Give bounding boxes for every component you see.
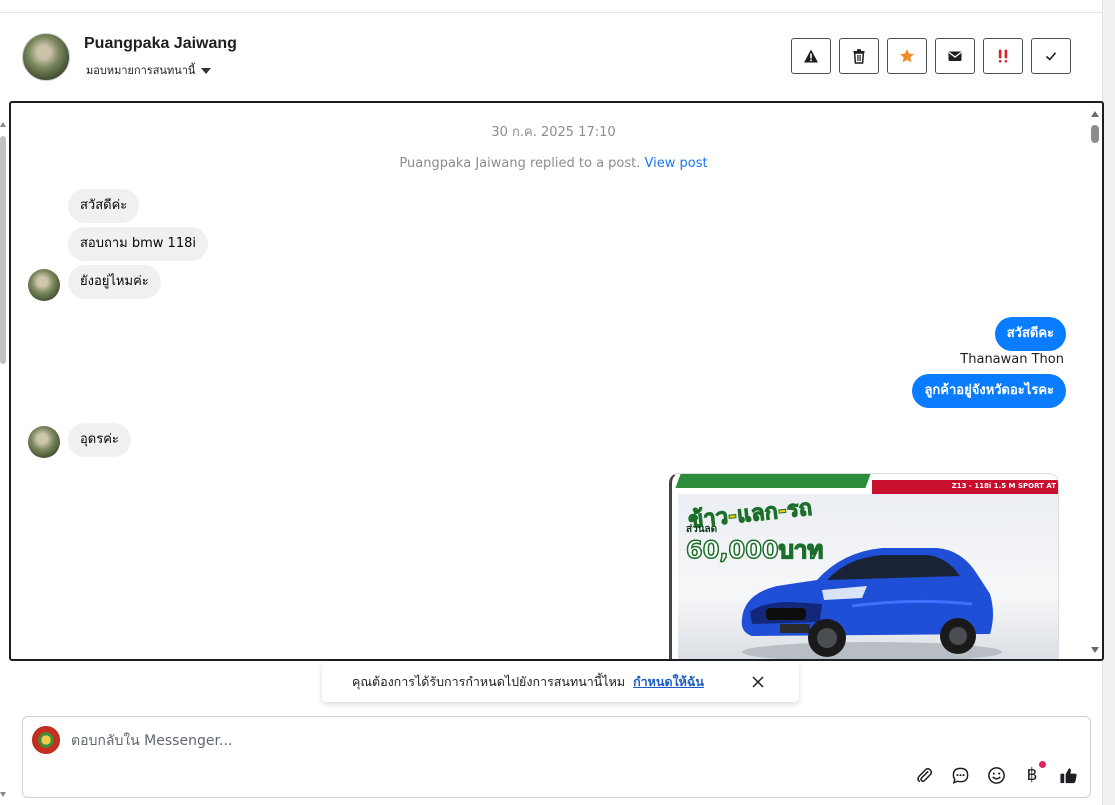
trash-icon	[853, 49, 865, 64]
car-model-banner-text: Z13 - 118i 1.5 M SPORT AT	[951, 482, 1056, 490]
envelope-icon	[948, 51, 962, 61]
conversation-timestamp: 30 ก.ค. 2025 17:10	[491, 125, 616, 140]
conversation-header: Puangpaka Jaiwang มอบหมายการสนทนานี้	[0, 13, 1102, 101]
chevron-down-icon	[201, 67, 212, 74]
thumbs-up-icon	[1059, 767, 1077, 783]
thread-scrollbar[interactable]	[1091, 107, 1099, 657]
incoming-message[interactable]: อุดรค่ะ	[68, 423, 131, 457]
conversation-actions	[791, 38, 1071, 74]
scroll-down-arrow-icon[interactable]	[1091, 647, 1099, 653]
delete-button[interactable]	[839, 38, 879, 74]
incoming-message[interactable]: ยังอยู่ไหมค่ะ	[68, 265, 161, 299]
left-scrollbar[interactable]	[0, 118, 7, 805]
star-button[interactable]	[887, 38, 927, 74]
outgoing-message[interactable]: สวัสดีคะ	[994, 317, 1066, 351]
warning-icon	[804, 49, 818, 63]
assign-to-me-link[interactable]: กำหนดให้ฉัน	[633, 672, 704, 692]
saved-replies-button[interactable]	[949, 764, 971, 786]
close-icon[interactable]	[750, 674, 766, 690]
car-image-attachment[interactable]: Z13 - 118i 1.5 M SPORT AT ข้าว-แลก-รถ ส่…	[669, 473, 1059, 659]
outgoing-message[interactable]: ลูกค้าอยู่จังหวัดอะไรคะ	[912, 374, 1066, 408]
replied-to-post-notice: Puangpaka Jaiwang replied to a post. Vie…	[11, 156, 1096, 171]
send-like-button[interactable]	[1057, 764, 1079, 786]
follow-up-button[interactable]	[983, 38, 1023, 74]
assign-conversation-dropdown[interactable]: มอบหมายการสนทนานี้	[86, 61, 212, 79]
composer-tools: ฿	[913, 761, 1079, 786]
replied-to-post-text: Puangpaka Jaiwang replied to a post.	[399, 156, 641, 171]
assign-suggestion-toast: คุณต้องการได้รับการกำหนดไปยังการสนทนานี้…	[322, 662, 799, 702]
attach-file-button[interactable]	[913, 764, 935, 786]
promo-banner-green	[675, 474, 871, 488]
reply-input[interactable]	[71, 730, 971, 752]
scroll-up-arrow-icon[interactable]	[0, 122, 6, 127]
scrollbar-thumb[interactable]	[0, 136, 6, 364]
check-icon	[1045, 52, 1057, 61]
report-button[interactable]	[791, 38, 831, 74]
star-icon	[900, 49, 914, 63]
baht-payment-icon: ฿	[1026, 765, 1038, 785]
saved-replies-icon	[952, 767, 968, 784]
incoming-message[interactable]: สวัสดีค่ะ	[68, 189, 140, 223]
reply-composer: ฿	[22, 716, 1091, 798]
message-sender-name: Thanawan Thon	[960, 352, 1064, 367]
double-exclamation-icon	[998, 49, 1008, 63]
view-post-link[interactable]: View post	[645, 156, 708, 171]
scroll-up-arrow-icon[interactable]	[1091, 111, 1099, 117]
contact-name[interactable]: Puangpaka Jaiwang	[84, 35, 237, 53]
contact-avatar[interactable]	[22, 33, 70, 81]
attachment-icon	[916, 767, 932, 782]
emoji-button[interactable]	[985, 764, 1007, 786]
payment-button[interactable]: ฿	[1021, 761, 1046, 786]
blue-car-photo	[741, 548, 1002, 659]
notification-dot	[1039, 761, 1046, 768]
message-thread[interactable]: 30 ก.ค. 2025 17:10 Puangpaka Jaiwang rep…	[9, 101, 1104, 661]
assign-question-text: คุณต้องการได้รับการกำหนดไปยังการสนทนานี้…	[352, 674, 626, 689]
emoji-icon	[987, 766, 1005, 784]
assign-conversation-label: มอบหมายการสนทนานี้	[86, 64, 196, 77]
scroll-down-arrow-icon[interactable]	[0, 792, 6, 797]
contact-avatar-small[interactable]	[28, 269, 60, 301]
promo-banner-red: Z13 - 118i 1.5 M SPORT AT	[872, 480, 1058, 494]
messenger-conversation-page: Puangpaka Jaiwang มอบหมายการสนทนานี้ 30 …	[0, 0, 1115, 805]
incoming-message[interactable]: สอบถาม bmw 118i	[68, 227, 208, 261]
mark-unread-button[interactable]	[935, 38, 975, 74]
contact-avatar-small[interactable]	[28, 426, 60, 458]
page-avatar	[32, 726, 60, 754]
mark-done-button[interactable]	[1031, 38, 1071, 74]
